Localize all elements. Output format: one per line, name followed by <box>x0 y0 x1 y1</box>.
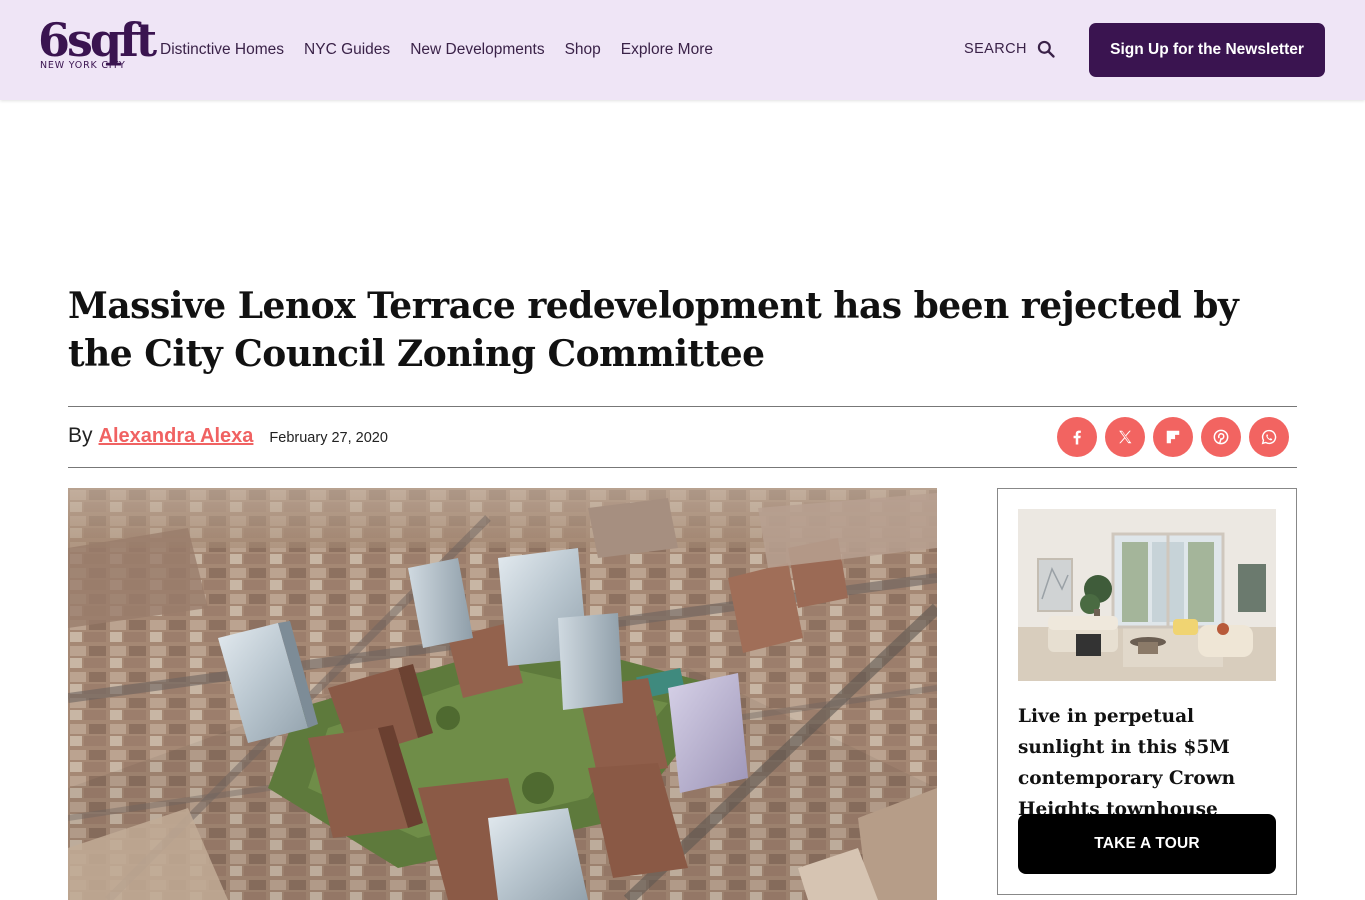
search-label: SEARCH <box>964 41 1027 57</box>
nav-nyc-guides[interactable]: NYC Guides <box>304 39 390 61</box>
author-link[interactable]: Alexandra Alexa <box>99 425 254 448</box>
nav-explore-more[interactable]: Explore More <box>621 39 713 61</box>
aerial-rendering-illustration <box>68 488 937 900</box>
logo-tagline: NEW YORK CITY <box>40 60 126 71</box>
take-a-tour-button[interactable]: TAKE A TOUR <box>1018 814 1276 874</box>
living-room-illustration <box>1018 509 1276 681</box>
nav-distinctive-homes[interactable]: Distinctive Homes <box>160 39 284 61</box>
article-headline: Massive Lenox Terrace redevelopment has … <box>68 285 1239 375</box>
sidebar-ad-card: Live in perpetual sunlight in this $5M c… <box>997 488 1297 895</box>
share-buttons <box>1057 417 1289 457</box>
byline-prefix: By <box>68 424 93 447</box>
site-logo[interactable]: 6sqft NEW YORK CITY <box>38 13 157 82</box>
flipboard-icon <box>1166 430 1180 444</box>
pinterest-icon <box>1213 429 1229 445</box>
facebook-icon <box>1073 430 1081 445</box>
share-x-button[interactable] <box>1105 417 1145 457</box>
article-hero-image <box>68 488 937 900</box>
newsletter-signup-button[interactable]: Sign Up for the Newsletter <box>1089 23 1325 77</box>
site-header: 6sqft NEW YORK CITY Distinctive Homes NY… <box>0 0 1365 100</box>
byline-divider-bottom <box>68 467 1297 468</box>
ad-listing-title[interactable]: Live in perpetual sunlight in this $5M c… <box>1018 701 1280 825</box>
main-nav: Distinctive Homes NYC Guides New Develop… <box>160 39 713 61</box>
share-flipboard-button[interactable] <box>1153 417 1193 457</box>
post-date: February 27, 2020 <box>269 430 388 446</box>
byline-divider-top <box>68 406 1297 407</box>
search-icon <box>1037 40 1055 58</box>
nav-new-developments[interactable]: New Developments <box>410 39 544 61</box>
byline: By Alexandra Alexa February 27, 2020 <box>68 424 388 448</box>
share-facebook-button[interactable] <box>1057 417 1097 457</box>
share-pinterest-button[interactable] <box>1201 417 1241 457</box>
ad-listing-photo[interactable] <box>1018 509 1276 681</box>
share-whatsapp-button[interactable] <box>1249 417 1289 457</box>
nav-shop[interactable]: Shop <box>565 39 601 61</box>
whatsapp-icon <box>1261 429 1277 445</box>
x-icon <box>1119 430 1132 444</box>
search-toggle[interactable]: SEARCH <box>964 38 1056 60</box>
